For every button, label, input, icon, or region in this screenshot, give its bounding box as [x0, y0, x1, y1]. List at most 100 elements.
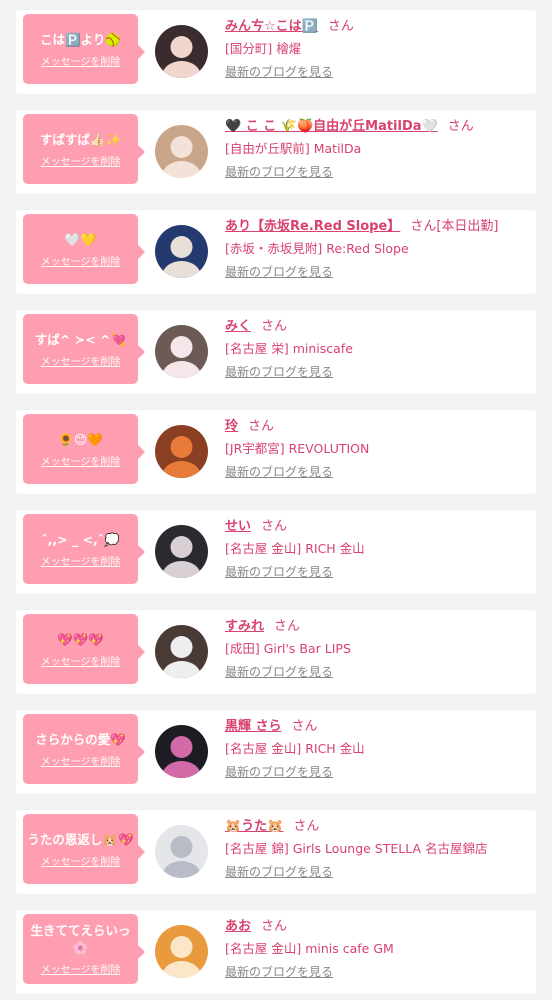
message-card: すば^ ≻< ^💘 メッセージを削除 みく さん [名古屋 栄] miniscaf…: [16, 310, 536, 394]
message-bubble: 💖💖💖 メッセージを削除: [23, 614, 145, 684]
avatar-face: [170, 36, 193, 58]
latest-blog-link[interactable]: 最新のブログを見る: [225, 963, 333, 980]
message-bubble: すばすば👍🏻✨ メッセージを削除: [23, 114, 145, 184]
cast-name-link[interactable]: 黒輝 さら: [225, 719, 282, 734]
delete-message-link[interactable]: メッセージを削除: [41, 353, 121, 368]
name-row: 玲さん: [225, 415, 274, 434]
honorific: さん: [327, 19, 354, 34]
message-bubble: こは🅿️より🥎 メッセージを削除: [23, 14, 145, 84]
shop-name: [自由が丘駅前] MatilDa: [225, 141, 362, 156]
message-card: 🌻😊🧡 メッセージを削除 玲さん [JR宇都宮] REVOLUTION 最新のブ…: [16, 410, 536, 494]
avatar-face: [170, 436, 193, 458]
cast-name-link[interactable]: みんㄘ☆こは🅿️: [225, 19, 318, 34]
message-text: 💖💖💖: [57, 631, 104, 647]
latest-blog-link[interactable]: 最新のブログを見る: [225, 663, 333, 680]
latest-blog-link[interactable]: 最新のブログを見る: [225, 563, 333, 580]
honorific: さん: [293, 819, 320, 834]
cast-name-link[interactable]: あお: [225, 919, 251, 934]
message-card: こは🅿️より🥎 メッセージを削除 みんㄘ☆こは🅿️ さん [国分町] 檜燿 最新の…: [16, 10, 536, 94]
latest-blog-link[interactable]: 最新のブログを見る: [225, 763, 333, 780]
honorific: さん: [261, 519, 288, 534]
avatar-image: [155, 725, 208, 778]
avatar-face: [170, 636, 193, 658]
delete-message-link[interactable]: メッセージを削除: [41, 961, 121, 976]
delete-message-link[interactable]: メッセージを削除: [41, 253, 121, 268]
avatar-face: [170, 836, 193, 858]
avatar[interactable]: [155, 525, 208, 578]
message-text: さらからの愛💖: [35, 731, 126, 747]
latest-blog-link[interactable]: 最新のブログを見る: [225, 163, 333, 180]
cast-name-link[interactable]: 玲: [225, 419, 238, 434]
avatar-image: [155, 125, 208, 178]
avatar[interactable]: [155, 425, 208, 478]
cast-name-link[interactable]: すみれ: [225, 619, 264, 634]
delete-message-link[interactable]: メッセージを削除: [41, 653, 121, 668]
message-bubble: 🤍💛 メッセージを削除: [23, 214, 145, 284]
message-card: 🤍💛 メッセージを削除 あり【赤坂Re.Red Slope】 さん[本日出勤] […: [16, 210, 536, 294]
delete-message-link[interactable]: メッセージを削除: [41, 553, 121, 568]
avatar[interactable]: [155, 925, 208, 978]
honorific: さん: [248, 419, 275, 434]
delete-message-link[interactable]: メッセージを削除: [41, 753, 121, 768]
cast-name-link[interactable]: 🐹うた🐹: [225, 819, 283, 834]
avatar-image: [155, 325, 208, 378]
avatar[interactable]: [155, 125, 208, 178]
cast-name-link[interactable]: みく: [225, 319, 251, 334]
latest-blog-link[interactable]: 最新のブログを見る: [225, 263, 333, 280]
shop-name: [赤坂・赤坂見附] Re:Red Slope: [225, 241, 409, 256]
name-row: 黒輝 さら さん: [225, 715, 318, 734]
message-text: すば^ ≻< ^💘: [34, 331, 127, 347]
message-bubble: ˆ,,> _ <,ˆ💭 メッセージを削除: [23, 514, 145, 584]
honorific: さん: [261, 919, 288, 934]
delete-message-link[interactable]: メッセージを削除: [41, 53, 121, 68]
latest-blog-link[interactable]: 最新のブログを見る: [225, 863, 333, 880]
avatar-image: [155, 925, 208, 978]
name-row: あり【赤坂Re.Red Slope】 さん[本日出勤]: [225, 215, 498, 234]
avatar-face: [170, 736, 193, 758]
cast-name-link[interactable]: あり【赤坂Re.Red Slope】: [225, 219, 400, 234]
latest-blog-link[interactable]: 最新のブログを見る: [225, 463, 333, 480]
name-row: せい さん: [225, 515, 287, 534]
name-row: 🖤 こ こ 🌾🍑自由が丘MatilDa🤍 さん: [225, 115, 474, 134]
shop-name: [名古屋 錦] Girls Lounge STELLA 名古屋錦店: [225, 841, 488, 856]
avatar[interactable]: [155, 625, 208, 678]
message-card: さらからの愛💖 メッセージを削除 黒輝 さら さん [名古屋 金山] RICH 金…: [16, 710, 536, 794]
message-bubble: 生きててえらいっ🌸 メッセージを削除: [23, 914, 145, 984]
delete-message-link[interactable]: メッセージを削除: [41, 453, 121, 468]
message-card: ˆ,,> _ <,ˆ💭 メッセージを削除 せい さん [名古屋 金山] RICH …: [16, 510, 536, 594]
shop-name: [名古屋 栄] miniscafe: [225, 341, 353, 356]
shop-name: [名古屋 金山] RICH 金山: [225, 541, 365, 556]
shop-name: [成田] Girl's Bar LIPS: [225, 641, 351, 656]
avatar[interactable]: [155, 225, 208, 278]
avatar-face: [170, 236, 193, 258]
message-card: すばすば👍🏻✨ メッセージを削除 🖤 こ こ 🌾🍑自由が丘MatilDa🤍 さん …: [16, 110, 536, 194]
avatar[interactable]: [155, 725, 208, 778]
message-text: 🤍💛: [64, 231, 97, 247]
avatar-face: [170, 136, 193, 158]
latest-blog-link[interactable]: 最新のブログを見る: [225, 63, 333, 80]
avatar[interactable]: [155, 825, 208, 878]
delete-message-link[interactable]: メッセージを削除: [41, 153, 121, 168]
cast-name-link[interactable]: 🖤 こ こ 🌾🍑自由が丘MatilDa🤍: [225, 119, 438, 134]
message-list: こは🅿️より🥎 メッセージを削除 みんㄘ☆こは🅿️ さん [国分町] 檜燿 最新の…: [0, 0, 552, 1000]
cast-name-link[interactable]: せい: [225, 519, 251, 534]
avatar-face: [170, 536, 193, 558]
avatar-image: [155, 825, 208, 878]
avatar-image: [155, 25, 208, 78]
avatar[interactable]: [155, 25, 208, 78]
delete-message-link[interactable]: メッセージを削除: [41, 853, 121, 868]
honorific: さん: [447, 119, 474, 134]
message-bubble: うたの恩返し🐹💖 メッセージを削除: [23, 814, 145, 884]
message-card: うたの恩返し🐹💖 メッセージを削除 🐹うた🐹 さん [名古屋 錦] Girls L…: [16, 810, 536, 894]
message-bubble: さらからの愛💖 メッセージを削除: [23, 714, 145, 784]
message-text: 生きててえらいっ🌸: [30, 923, 131, 955]
avatar[interactable]: [155, 325, 208, 378]
shop-name: [名古屋 金山] RICH 金山: [225, 741, 365, 756]
shop-name: [国分町] 檜燿: [225, 41, 302, 56]
avatar-image: [155, 425, 208, 478]
latest-blog-link[interactable]: 最新のブログを見る: [225, 363, 333, 380]
message-text: こは🅿️より🥎: [40, 31, 121, 47]
honorific: さん: [291, 719, 318, 734]
status-badge: [本日出勤]: [436, 219, 499, 234]
avatar-face: [170, 936, 193, 958]
